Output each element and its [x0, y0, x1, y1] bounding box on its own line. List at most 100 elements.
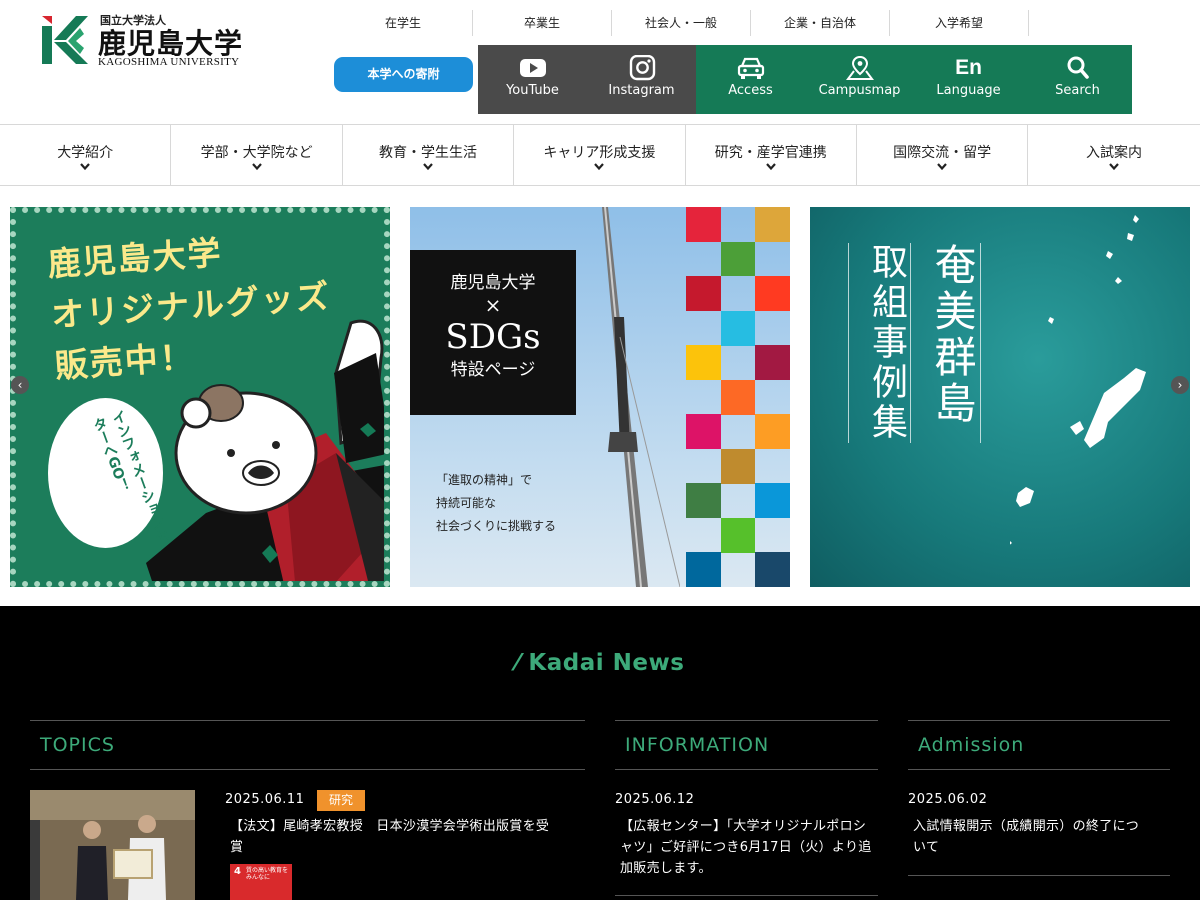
information-headline-link[interactable]: 【広報センター】「大学オリジナルポロシ ャツ」ご好評につき6月17日（火）より追…: [620, 816, 880, 879]
search-label: Search: [1055, 83, 1100, 98]
banner-amami[interactable]: 取組事例集 奄美群島: [810, 207, 1190, 587]
banner-original-goods[interactable]: 鹿児島大学 オリジナルグッズ 販売中！ インフォメーションセンターへGO！: [10, 207, 390, 587]
nav-item-research[interactable]: 研究・産学官連携: [686, 125, 857, 185]
sdgs-caption-line: 持続可能な: [436, 496, 497, 510]
admission-headline-line: いて: [913, 840, 940, 855]
topic-headline-line: 賞: [230, 840, 244, 855]
sdg-cell: [720, 518, 756, 553]
chevron-down-icon: [251, 163, 262, 171]
chevron-down-icon: [1109, 163, 1119, 171]
site-header: 国立大学法人 鹿児島大学 KAGOSHIMA UNIVERSITY 在学生 卒業…: [0, 0, 1200, 124]
audience-link-alumni[interactable]: 卒業生: [473, 10, 612, 36]
search-icon: [1067, 56, 1089, 79]
language-button[interactable]: En Language: [914, 45, 1023, 114]
chevron-down-icon: [937, 163, 947, 171]
audience-links: 在学生 卒業生 社会人・一般 企業・自治体 入学希望: [334, 10, 1029, 36]
nav-label: 学部・大学院など: [200, 145, 313, 161]
topic-headline-link[interactable]: 【法文】尾崎孝宏教授 日本沙漠学会学術出版賞を受 賞: [230, 816, 582, 858]
nav-item-career[interactable]: キャリア形成支援: [514, 125, 686, 185]
logo-english: KAGOSHIMA UNIVERSITY: [98, 56, 240, 68]
nav-label: 入試案内: [1086, 145, 1143, 161]
divider-line: [910, 243, 911, 443]
information-headline-line: 【広報センター】「大学オリジナルポロシ: [620, 819, 867, 834]
map-pin-icon: [845, 55, 874, 80]
chevron-down-icon: [423, 163, 433, 171]
language-icon: En: [955, 56, 982, 79]
chevron-down-icon: [765, 163, 776, 171]
sdg-cell: [686, 345, 721, 380]
audience-link-students[interactable]: 在学生: [334, 10, 473, 36]
admission-heading[interactable]: Admission: [908, 720, 1170, 770]
rocket-photo: [602, 207, 680, 587]
sdg-cell: [720, 449, 756, 484]
youtube-button[interactable]: YouTube: [478, 45, 587, 114]
divider-line: [980, 243, 981, 443]
nav-item-admissions[interactable]: 入試案内: [1028, 125, 1199, 185]
divider-line: [848, 243, 849, 443]
language-label: Language: [936, 83, 1001, 98]
admission-separator: [908, 875, 1170, 876]
sdg-cell: [755, 276, 790, 311]
information-heading[interactable]: INFORMATION: [615, 720, 878, 770]
access-button[interactable]: Access: [696, 45, 805, 114]
kadai-news-section: ⁄ Kadai News TOPICS 2025.06.11 研究 【法文】尾崎…: [0, 606, 1200, 900]
sdgs-box-line: 特設ページ: [450, 360, 536, 380]
university-logo[interactable]: 国立大学法人 鹿児島大学 KAGOSHIMA UNIVERSITY: [40, 12, 270, 72]
youtube-icon: [519, 59, 546, 77]
campusmap-button[interactable]: Campusmap: [805, 45, 914, 114]
award-photo-image: [30, 790, 195, 900]
nav-label: 大学紹介: [57, 145, 114, 161]
sdg-goal-4-icon: 4 質の高い教育をみんなに: [230, 864, 292, 900]
nav-item-faculties[interactable]: 学部・大学院など: [171, 125, 343, 185]
nav-item-international[interactable]: 国際交流・留学: [857, 125, 1029, 185]
instagram-button[interactable]: Instagram: [587, 45, 696, 114]
carousel-prev-button[interactable]: ‹: [11, 376, 29, 394]
chevron-down-icon: [594, 163, 605, 171]
nav-item-about[interactable]: 大学紹介: [0, 125, 172, 185]
amami-title: 奄美群島: [928, 243, 977, 427]
sdg-cell: [755, 207, 790, 242]
information-separator: [615, 895, 878, 896]
sdgs-caption: 「進取の精神」で 持続可能な 社会づくりに挑戦する: [436, 469, 556, 538]
campusmap-label: Campusmap: [818, 83, 901, 98]
sdg-cell: [686, 207, 721, 242]
sdg-cell: [755, 414, 790, 449]
instagram-label: Instagram: [608, 83, 675, 98]
sdg-cell: [755, 483, 790, 518]
topic-date: 2025.06.11: [225, 792, 305, 807]
information-date: 2025.06.12: [615, 792, 695, 807]
amami-subtitle: 取組事例集: [866, 243, 907, 443]
youtube-label: YouTube: [506, 83, 559, 98]
admission-date: 2025.06.02: [908, 792, 988, 807]
audience-link-business[interactable]: 企業・自治体: [751, 10, 890, 36]
sdg-cell: [720, 311, 756, 346]
instagram-icon: [629, 55, 655, 81]
topics-heading[interactable]: TOPICS: [30, 720, 585, 770]
sdgs-color-grid: [686, 207, 790, 587]
carousel-next-button[interactable]: ›: [1171, 376, 1189, 394]
car-icon: [737, 57, 764, 79]
sdg-goal-number: 4: [234, 866, 241, 877]
sdgs-caption-line: 「進取の精神」で: [436, 473, 533, 487]
islands-map-illustration: [1010, 215, 1146, 545]
information-headline-line: 加販売します。: [620, 861, 712, 876]
nav-item-education[interactable]: 教育・学生生活: [343, 125, 515, 185]
sdg-goal-text: 質の高い教育をみんなに: [246, 867, 289, 881]
admission-headline-line: 入試情報開示（成績開示）の終了につ: [913, 819, 1140, 834]
admission-headline-link[interactable]: 入試情報開示（成績開示）の終了につ いて: [913, 816, 1171, 858]
global-navigation: 大学紹介 学部・大学院など 教育・学生生活 キャリア形成支援 研究・産学官連携 …: [0, 124, 1200, 186]
banner-sdgs[interactable]: 鹿児島大学 × SDGs 特設ページ 「進取の精神」で 持続可能な 社会づくりに…: [410, 207, 790, 587]
nav-label: 教育・学生生活: [378, 145, 477, 161]
donate-button[interactable]: 本学への寄附: [334, 57, 473, 92]
audience-link-applicants[interactable]: 入学希望: [890, 10, 1029, 36]
sdg-cell: [720, 241, 756, 277]
nav-label: 研究・産学官連携: [714, 145, 827, 161]
search-button[interactable]: Search: [1023, 45, 1132, 114]
topic-category-badge: 研究: [317, 790, 365, 811]
news-section-title: ⁄ Kadai News: [515, 650, 685, 676]
topic-photo[interactable]: [30, 790, 195, 900]
sdg-cell: [686, 552, 721, 587]
audience-link-public[interactable]: 社会人・一般: [612, 10, 751, 36]
university-logo-mark-icon: [42, 16, 88, 64]
nav-label: 国際交流・留学: [893, 145, 992, 161]
